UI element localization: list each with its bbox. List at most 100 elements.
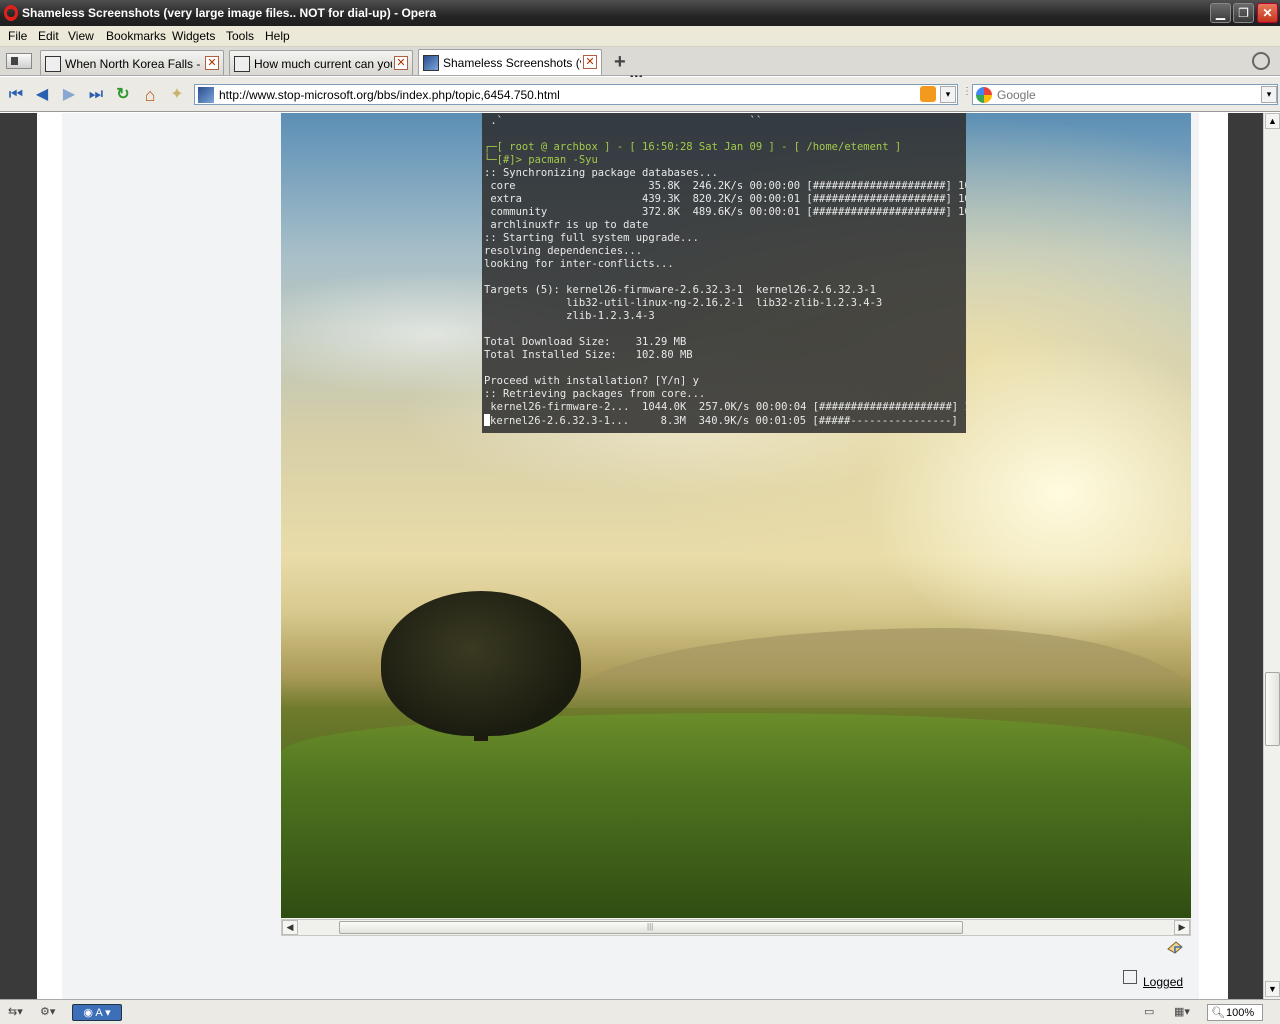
address-field[interactable] xyxy=(194,84,958,105)
tab-favicon-icon xyxy=(234,56,250,72)
page-viewport: .` `` ┌─[ root @ archbox ] - [ 16:50:28 … xyxy=(0,113,1263,999)
fast-forward-icon[interactable]: ⏭ xyxy=(86,85,106,105)
title-bar: Shameless Screenshots (very large image … xyxy=(0,0,1280,26)
wand-icon[interactable]: ✦ xyxy=(167,85,187,105)
globe-icon: ◉ xyxy=(83,1007,96,1019)
image-horizontal-scrollbar[interactable]: ◀ ||| ▶ xyxy=(281,919,1191,936)
zoom-value: 100% xyxy=(1226,1007,1255,1019)
search-engine-dropdown[interactable]: ▾ xyxy=(1261,86,1277,103)
terminal-line: ┌─[ root @ archbox ] - [ 16:50:28 Sat Ja… xyxy=(484,141,902,153)
view-icon[interactable]: ▦▾ xyxy=(1174,1004,1190,1021)
menu-bookmarks[interactable]: Bookmarks xyxy=(106,29,166,43)
tab-close-icon[interactable]: ✕ xyxy=(583,55,597,69)
scroll-left-button[interactable]: ◀ xyxy=(282,920,298,935)
terminal-line: kernel26-2.6.32.3-1... 8.3M 340.9K/s 00:… xyxy=(490,415,966,427)
page-frame-left xyxy=(0,113,37,999)
forward-icon[interactable]: ▶ xyxy=(59,85,79,105)
terminal-line: :: Synchronizing package databases... xyxy=(484,167,718,179)
scroll-up-button[interactable]: ▲ xyxy=(1265,113,1280,129)
closed-tabs-trash-icon[interactable] xyxy=(1252,52,1270,70)
search-field[interactable]: ▾ xyxy=(972,84,1278,105)
back-icon[interactable]: ◀ xyxy=(32,85,52,105)
tree-icon xyxy=(381,591,581,736)
close-window-button[interactable]: ✕ xyxy=(1257,3,1278,23)
maximize-button[interactable]: ❐ xyxy=(1233,3,1254,23)
menu-help[interactable]: Help xyxy=(265,29,290,43)
opera-logo-icon xyxy=(4,5,18,21)
tab-shameless-screenshots[interactable]: Shameless Screenshots (ve... ✕ xyxy=(418,49,602,75)
terminal-line: community 372.8K 489.6K/s 00:00:01 [####… xyxy=(484,206,966,218)
page-frame-right xyxy=(1228,113,1263,999)
tab-favicon-icon xyxy=(45,56,61,72)
status-bar: ⇆▾ ⚙▾ ◉ A ▾ ▭ ▦▾ 100% ▾ 🔍︎ xyxy=(0,999,1280,1024)
reload-icon[interactable]: ↻ xyxy=(113,85,133,105)
tab-close-icon[interactable]: ✕ xyxy=(394,56,408,70)
report-to-moderator-icon[interactable] xyxy=(1166,939,1184,955)
distant-hills xyxy=(561,628,1191,708)
new-tab-button[interactable]: + xyxy=(614,51,626,74)
search-input[interactable] xyxy=(997,86,1247,103)
tab-label: Shameless Screenshots (ve... xyxy=(443,56,581,70)
terminal-line: :: Starting full system upgrade... xyxy=(484,232,699,244)
site-favicon-icon xyxy=(198,87,214,103)
address-dropdown-button[interactable]: ▾ xyxy=(940,86,956,103)
tab-current[interactable]: How much current can you ... ✕ xyxy=(229,50,413,75)
tab-label: How much current can you ... xyxy=(254,57,392,71)
terminal-line: Proceed with installation? [Y/n] y xyxy=(484,375,699,387)
menu-file[interactable]: File xyxy=(8,29,27,43)
tab-favicon-icon xyxy=(423,55,439,71)
grass-field xyxy=(281,713,1191,918)
tab-north-korea[interactable]: When North Korea Falls - M... ✕ xyxy=(40,50,224,75)
terminal-line: .` `` xyxy=(484,115,763,127)
terminal-line: zlib-1.2.3.4-3 xyxy=(484,310,655,322)
panel-toggle-button[interactable] xyxy=(6,53,32,69)
unite-icon[interactable]: ⇆▾ xyxy=(8,1004,23,1021)
terminal-line: core 35.8K 246.2K/s 00:00:00 [##########… xyxy=(484,180,966,192)
address-toolbar: ⏮ ◀ ▶ ⏭ ↻ ⌂ ✦ ▾ ⋮ ▾ xyxy=(0,77,1280,112)
terminal-line: extra 439.3K 820.2K/s 00:00:01 [########… xyxy=(484,193,966,205)
terminal-line: archlinuxfr is up to date xyxy=(484,219,649,231)
terminal-line: Total Download Size: 31.29 MB xyxy=(484,336,687,348)
address-input[interactable] xyxy=(219,86,919,103)
scroll-right-button[interactable]: ▶ xyxy=(1174,920,1190,935)
toolbar-separator-icon: ⋮ xyxy=(962,86,972,97)
presentation-mode-label: A xyxy=(95,1007,103,1019)
tab-close-icon[interactable]: ✕ xyxy=(205,56,219,70)
menu-tools[interactable]: Tools xyxy=(226,29,254,43)
terminal-line: Total Installed Size: 102.80 MB xyxy=(484,349,693,361)
terminal-line: resolving dependencies... xyxy=(484,245,643,257)
window-title: Shameless Screenshots (very large image … xyxy=(22,6,437,20)
terminal-line: looking for inter-conflicts... xyxy=(484,258,674,270)
terminal-line: lib32-util-linux-ng-2.16.2-1 lib32-zlib-… xyxy=(484,297,883,309)
rss-feed-icon[interactable] xyxy=(920,86,936,102)
presentation-mode-button[interactable]: ◉ A ▾ xyxy=(72,1004,122,1021)
turbo-icon[interactable]: ⚙▾ xyxy=(40,1004,55,1021)
terminal-line: :: Retrieving packages from core... xyxy=(484,388,706,400)
terminal-window: .` `` ┌─[ root @ archbox ] - [ 16:50:28 … xyxy=(482,113,966,433)
terminal-line-active: kernel26-2.6.32.3-1... 8.3M 340.9K/s 00:… xyxy=(484,414,964,427)
menu-bar: File Edit View Bookmarks Widgets Tools H… xyxy=(0,26,1280,47)
scroll-down-button[interactable]: ▼ xyxy=(1265,981,1280,997)
ip-logged-icon xyxy=(1123,970,1137,984)
rewind-icon[interactable]: ⏮ xyxy=(6,85,26,105)
panel-icon[interactable]: ▭ xyxy=(1144,1004,1154,1021)
scroll-grip-icon: ||| xyxy=(647,922,654,931)
google-icon xyxy=(976,87,992,103)
menu-widgets[interactable]: Widgets xyxy=(172,29,215,43)
home-icon[interactable]: ⌂ xyxy=(140,85,160,105)
menu-view[interactable]: View xyxy=(68,29,94,43)
minimize-button[interactable]: ▁ xyxy=(1210,3,1231,23)
logged-link[interactable]: Logged xyxy=(1143,975,1183,989)
tab-label: When North Korea Falls - M... xyxy=(65,57,203,71)
terminal-line: kernel26-firmware-2... 1044.0K 257.0K/s … xyxy=(484,401,966,413)
page-vertical-scrollbar[interactable]: ▲ ▼ xyxy=(1263,113,1280,999)
terminal-line: └─[#]> pacman -Syu xyxy=(484,154,598,166)
menu-edit[interactable]: Edit xyxy=(38,29,59,43)
magnifier-icon: 🔍︎ xyxy=(1211,1007,1225,1019)
terminal-line: Targets (5): kernel26-firmware-2.6.32.3-… xyxy=(484,284,876,296)
vertical-scroll-thumb[interactable] xyxy=(1265,672,1280,746)
